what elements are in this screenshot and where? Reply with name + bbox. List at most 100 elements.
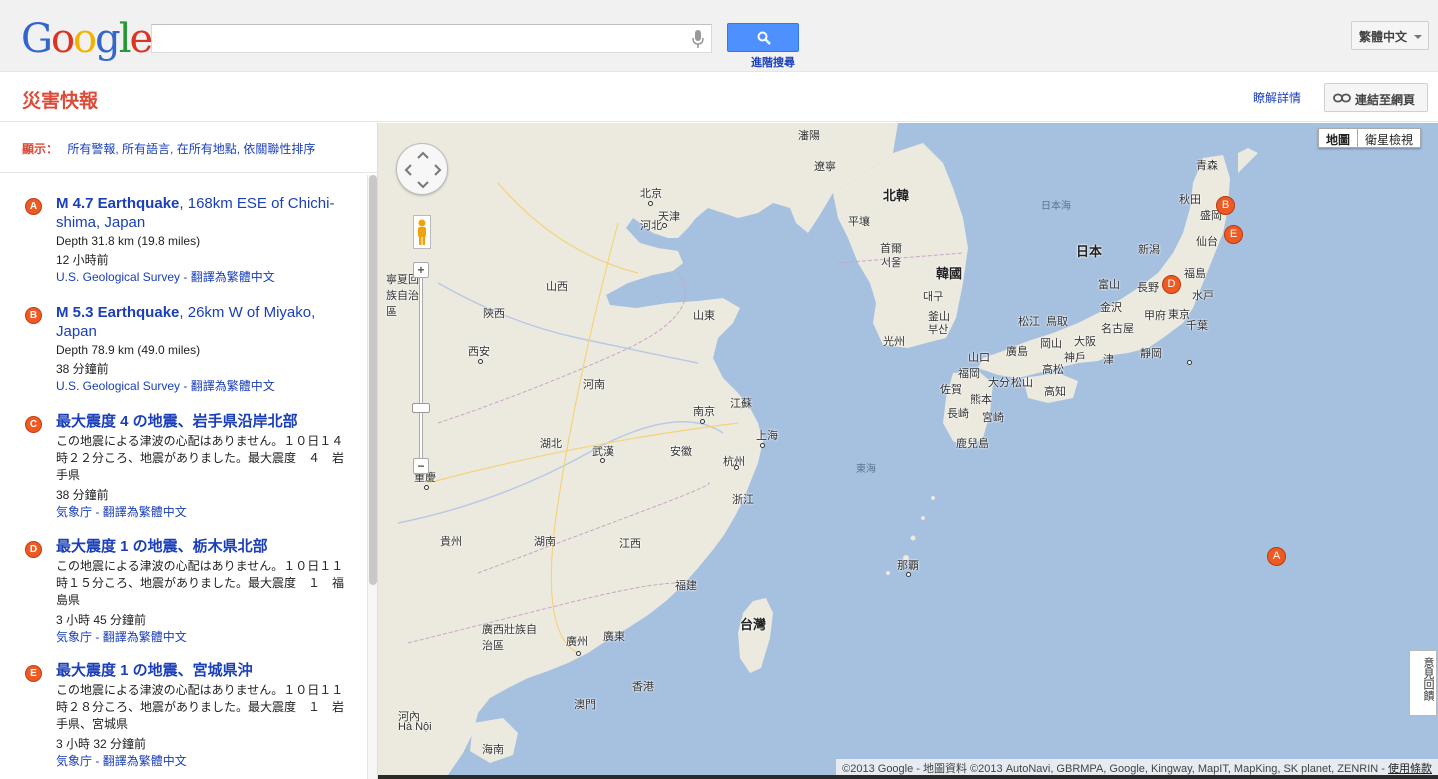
map-label: 平壤	[848, 216, 870, 228]
map-label: 浙江	[732, 494, 754, 506]
map-type-satellite-button[interactable]: 衛星檢視	[1358, 128, 1422, 148]
alert-marker[interactable]: E	[25, 665, 42, 682]
map-label: 津	[1103, 354, 1114, 366]
alert-marker[interactable]: C	[25, 416, 42, 433]
logo-letter: g	[95, 16, 121, 62]
link-to-page-button[interactable]: 連結至網頁	[1324, 83, 1428, 112]
zoom-slider[interactable]: + −	[411, 260, 431, 480]
city-dot	[576, 651, 581, 656]
alert-list-scrollbar[interactable]	[367, 175, 377, 779]
alert-source-link[interactable]: U.S. Geological Survey	[56, 270, 180, 284]
alert-title-link[interactable]: M 4.7 Earthquake, 168km ESE of Chichi-sh…	[56, 194, 346, 232]
chevron-down-icon	[1414, 35, 1422, 39]
zoom-in-button[interactable]: +	[413, 262, 429, 278]
alert-title-link[interactable]: 最大震度 4 の地震、岩手県沿岸北部	[56, 412, 346, 431]
google-logo[interactable]: Google	[21, 16, 153, 62]
map-label: 江蘇	[730, 398, 752, 410]
alert-marker[interactable]: A	[25, 198, 42, 215]
alert-title-link[interactable]: 最大震度 1 の地震、宮城県沖	[56, 661, 346, 680]
map-label: 上海	[756, 430, 778, 442]
search-input[interactable]	[151, 24, 712, 53]
city-dot	[760, 443, 765, 448]
map-label: 遼寧	[814, 161, 836, 173]
pan-control[interactable]	[396, 143, 448, 195]
scrollbar-thumb[interactable]	[369, 175, 377, 585]
alert-time: 38 分鐘前	[56, 362, 109, 376]
alert-source-link[interactable]: U.S. Geological Survey	[56, 379, 180, 393]
map-marker[interactable]: D	[1162, 275, 1181, 294]
map-label: 廣島	[1006, 346, 1028, 358]
alert-list: A M 4.7 Earthquake, 168km ESE of Chichi-…	[0, 175, 366, 779]
alert-source-line: U.S. Geological Survey - 翻譯為繁體中文	[56, 379, 275, 393]
alert-detail: この地震による津波の心配はありません。１０日１４時２２分ころ、地震がありました。…	[56, 434, 345, 482]
map-label: 青森	[1196, 160, 1218, 172]
alert-time: 3 小時 45 分鐘前	[56, 613, 147, 627]
map-label: 靜岡	[1140, 348, 1162, 360]
map-label: 千葉	[1186, 320, 1208, 332]
map-label: 名古屋	[1101, 323, 1134, 335]
alert-time: 3 小時 32 分鐘前	[56, 737, 147, 751]
filter-options-link[interactable]: 所有警報, 所有語言, 在所有地點, 依關聯性排序	[67, 142, 315, 156]
city-dot	[906, 572, 911, 577]
alert-marker[interactable]: D	[25, 541, 42, 558]
translate-link[interactable]: 翻譯為繁體中文	[103, 754, 187, 768]
map-label: 廣州	[566, 636, 588, 648]
search-icon	[757, 31, 771, 45]
logo-letter: l	[118, 16, 132, 62]
map-type-map-button[interactable]: 地圖	[1318, 128, 1359, 148]
map-label: 海南	[482, 744, 504, 756]
street-view-pegman[interactable]	[413, 215, 431, 249]
map-marker[interactable]: A	[1267, 547, 1286, 566]
map-sea-label: 東海	[856, 464, 876, 475]
map-label: 鹿兒島	[956, 438, 989, 450]
zoom-track[interactable]	[419, 274, 423, 464]
map-label: 鳥取	[1046, 316, 1068, 328]
city-dot	[424, 485, 429, 490]
map-marker[interactable]: E	[1224, 225, 1243, 244]
translate-link[interactable]: 翻譯為繁體中文	[103, 505, 187, 519]
map-attribution: ©2013 Google - 地圖資料 ©2013 AutoNavi, GBRM…	[836, 759, 1438, 775]
alert-source-link[interactable]: 気象庁	[56, 630, 92, 644]
pegman-icon	[418, 219, 426, 245]
alert-source-link[interactable]: 気象庁	[56, 505, 92, 519]
map-label: 山西	[546, 281, 568, 293]
map[interactable]: 瀋陽 遼寧 北京 天津 河北 寧夏回族自治區 山西 山東 陝西 西安 河南 江蘇…	[378, 123, 1438, 775]
map-label: 松江	[1018, 316, 1040, 328]
map-label: 岡山	[1040, 338, 1062, 350]
logo-letter: G	[21, 16, 53, 62]
learn-more-link[interactable]: 瞭解詳情	[1253, 89, 1301, 106]
map-label: 北京	[640, 188, 662, 200]
map-label: 貴州	[440, 536, 462, 548]
map-label: 甲府	[1144, 310, 1166, 322]
map-label: 부산	[928, 324, 949, 336]
alert-title-link[interactable]: M 5.3 Earthquake, 26km W of Miyako, Japa…	[56, 303, 346, 341]
map-label: 熊本	[970, 394, 992, 406]
terms-link[interactable]: 使用條款	[1388, 763, 1432, 775]
map-label: 陝西	[483, 308, 505, 320]
alert-marker[interactable]: B	[25, 307, 42, 324]
hokkaido-land	[1238, 148, 1258, 173]
map-label: 仙台	[1196, 236, 1218, 248]
city-dot	[600, 458, 605, 463]
translate-link[interactable]: 翻譯為繁體中文	[191, 270, 275, 284]
alert-title-link[interactable]: 最大震度 1 の地震、栃木県北部	[56, 537, 346, 556]
translate-link[interactable]: 翻譯為繁體中文	[103, 630, 187, 644]
advanced-search-link[interactable]: 進階搜尋	[751, 54, 795, 70]
mic-icon[interactable]	[691, 29, 705, 49]
zoom-handle[interactable]	[412, 403, 430, 413]
language-select[interactable]: 繁體中文	[1351, 21, 1429, 50]
city-dot	[648, 201, 653, 206]
zoom-out-button[interactable]: −	[413, 458, 429, 474]
map-label: 安徽	[670, 446, 692, 458]
map-country-label: 北韓	[883, 188, 910, 203]
logo-letter: o	[50, 16, 75, 62]
feedback-tab[interactable]: 意見回饋	[1409, 650, 1437, 716]
map-label: 湖南	[534, 536, 556, 548]
translate-link[interactable]: 翻譯為繁體中文	[191, 379, 275, 393]
map-label: 那覇	[897, 560, 919, 572]
search-button[interactable]	[727, 23, 799, 52]
alert-source-link[interactable]: 気象庁	[56, 754, 92, 768]
map-label: 河北	[640, 220, 662, 232]
map-label: 大分	[988, 377, 1010, 389]
map-marker[interactable]: B	[1216, 196, 1235, 215]
